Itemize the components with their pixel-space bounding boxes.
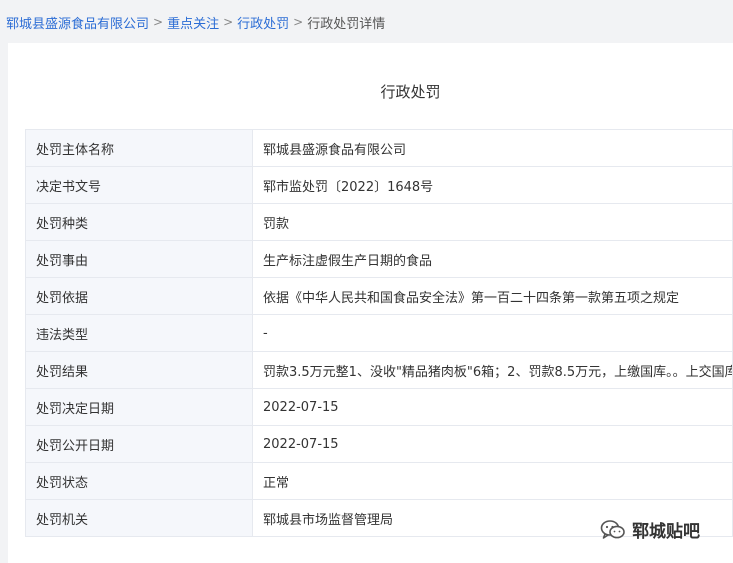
row-label: 处罚事由 (25, 240, 253, 278)
row-label: 处罚结果 (25, 351, 253, 389)
row-value: 依据《中华人民共和国食品安全法》第一百二十四条第一款第五项之规定 (252, 277, 733, 315)
wechat-icon (600, 519, 626, 541)
row-value: 罚款3.5万元整1、没收"精品猪肉板"6箱；2、罚款8.5万元，上缴国库。。上交… (252, 351, 733, 389)
row-value: 正常 (252, 462, 733, 500)
table-row: 处罚种类 罚款 (25, 203, 733, 241)
table-row: 处罚依据 依据《中华人民共和国食品安全法》第一百二十四条第一款第五项之规定 (25, 277, 733, 315)
row-value: 郓城县盛源食品有限公司 (252, 129, 733, 167)
row-label: 违法类型 (25, 314, 253, 352)
table-row: 处罚决定日期 2022-07-15 (25, 388, 733, 426)
penalty-detail-table: 处罚主体名称 郓城县盛源食品有限公司 决定书文号 郓市监处罚〔2022〕1648… (25, 129, 733, 537)
watermark: 郓城贴吧 (600, 517, 700, 542)
row-label: 处罚种类 (25, 203, 253, 241)
row-value: 2022-07-15 (252, 388, 733, 426)
table-row: 处罚主体名称 郓城县盛源食品有限公司 (25, 129, 733, 167)
table-row: 处罚结果 罚款3.5万元整1、没收"精品猪肉板"6箱；2、罚款8.5万元，上缴国… (25, 351, 733, 389)
row-label: 处罚依据 (25, 277, 253, 315)
breadcrumb-current: 行政处罚详情 (307, 16, 386, 32)
table-row: 处罚公开日期 2022-07-15 (25, 425, 733, 463)
row-value: 2022-07-15 (252, 425, 733, 463)
row-label: 决定书文号 (25, 166, 253, 204)
breadcrumb-separator: > (293, 15, 304, 29)
row-label: 处罚主体名称 (25, 129, 253, 167)
row-label: 处罚决定日期 (25, 388, 253, 426)
row-value: - (252, 314, 733, 352)
table-row: 处罚状态 正常 (25, 462, 733, 500)
row-value: 生产标注虚假生产日期的食品 (252, 240, 733, 278)
table-row: 违法类型 - (25, 314, 733, 352)
table-row: 决定书文号 郓市监处罚〔2022〕1648号 (25, 166, 733, 204)
row-label: 处罚机关 (25, 499, 253, 537)
breadcrumb-company-link[interactable]: 郓城县盛源食品有限公司 (6, 13, 149, 32)
page-title: 行政处罚 (380, 83, 441, 101)
watermark-text: 郓城贴吧 (632, 522, 700, 542)
breadcrumb-focus-link[interactable]: 重点关注 (167, 13, 219, 32)
row-value: 郓市监处罚〔2022〕1648号 (252, 166, 733, 204)
breadcrumb-separator: > (223, 15, 234, 29)
breadcrumb-penalty-link[interactable]: 行政处罚 (237, 13, 289, 32)
table-row: 处罚事由 生产标注虚假生产日期的食品 (25, 240, 733, 278)
row-value: 罚款 (252, 203, 733, 241)
row-label: 处罚状态 (25, 462, 253, 500)
breadcrumb-separator: > (153, 15, 164, 29)
row-label: 处罚公开日期 (25, 425, 253, 463)
breadcrumb: 郓城县盛源食品有限公司 > 重点关注 > 行政处罚 > 行政处罚详情 (6, 12, 385, 32)
detail-panel: 行政处罚 处罚主体名称 郓城县盛源食品有限公司 决定书文号 郓市监处罚〔2022… (8, 43, 733, 563)
